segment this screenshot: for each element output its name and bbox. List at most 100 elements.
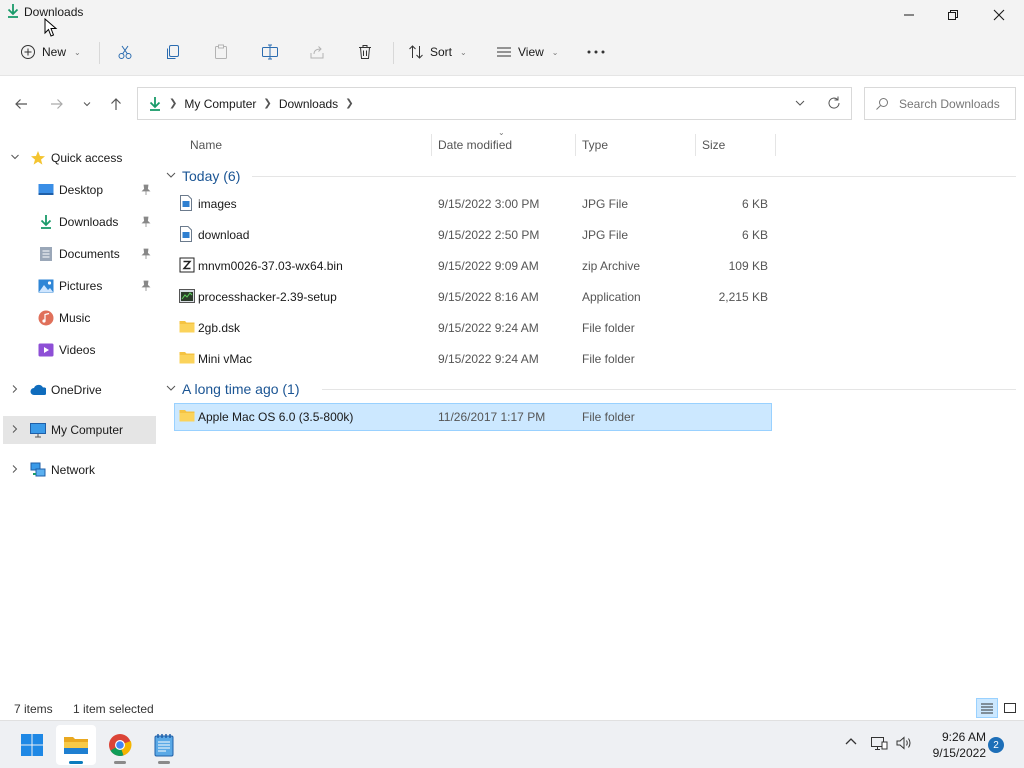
back-button[interactable] (10, 94, 32, 114)
file-type: JPG File (582, 197, 629, 211)
picture-icon (38, 278, 54, 294)
view-button[interactable]: View ⌄ (496, 38, 559, 66)
start-button[interactable] (12, 725, 52, 765)
speaker-icon (896, 736, 911, 750)
group-header-today[interactable]: Today (6) (166, 164, 1016, 188)
sidebar-item-videos[interactable]: Videos (0, 336, 156, 364)
taskbar-chrome[interactable] (100, 725, 140, 765)
maximize-button[interactable] (930, 0, 976, 30)
file-type: JPG File (582, 228, 629, 242)
share-icon (310, 46, 324, 59)
command-bar: New ⌄ Sort ⌄ View ⌄ (0, 30, 1024, 76)
column-header-size[interactable]: Size (702, 132, 725, 158)
chevron-down-icon[interactable] (10, 152, 20, 164)
pin-icon (141, 216, 151, 231)
active-indicator (69, 761, 83, 764)
sidebar-item-desktop[interactable]: Desktop (0, 176, 156, 204)
sidebar-item-my-computer[interactable]: My Computer (3, 416, 156, 444)
file-size: 6 KB (741, 197, 768, 211)
selection-count: 1 item selected (73, 702, 154, 716)
file-date: 9/15/2022 9:24 AM (438, 352, 539, 366)
up-button[interactable] (105, 94, 127, 114)
chevron-right-icon[interactable] (10, 424, 20, 436)
image-file-icon (179, 226, 195, 242)
sort-button[interactable]: Sort ⌄ (408, 38, 467, 66)
chevron-right-icon[interactable] (10, 464, 20, 476)
column-header-name[interactable]: Name (190, 132, 222, 158)
share-button[interactable] (309, 38, 325, 66)
thumbnail-view-icon (1004, 703, 1016, 713)
sidebar-item-downloads[interactable]: Downloads (0, 208, 156, 236)
more-options-button[interactable] (586, 38, 606, 66)
sidebar-item-documents[interactable]: Documents (0, 240, 156, 268)
column-divider[interactable] (695, 134, 696, 156)
chevron-down-icon (166, 383, 176, 396)
column-header-type[interactable]: Type (582, 132, 608, 158)
address-history-icon[interactable] (794, 97, 806, 112)
column-divider[interactable] (575, 134, 576, 156)
column-divider[interactable] (431, 134, 432, 156)
close-icon (993, 9, 1005, 21)
folder-icon (179, 319, 195, 335)
details-view-button[interactable] (976, 698, 998, 718)
sidebar-item-pictures[interactable]: Pictures (0, 272, 156, 300)
file-row[interactable]: Mini vMac 9/15/2022 9:24 AM File folder (174, 345, 772, 373)
forward-button[interactable] (46, 94, 68, 114)
sidebar-label: Documents (59, 247, 120, 261)
folder-icon (179, 408, 195, 424)
sidebar-item-onedrive[interactable]: OneDrive (0, 376, 156, 404)
pin-icon (141, 184, 151, 199)
show-hidden-icons-button[interactable] (844, 735, 858, 749)
toolbar-divider (99, 42, 100, 64)
new-button[interactable]: New ⌄ (20, 38, 81, 66)
thumbnail-view-button[interactable] (999, 698, 1021, 718)
file-type: File folder (582, 410, 635, 424)
network-status-button[interactable] (870, 735, 888, 751)
taskbar-notepad[interactable] (144, 725, 184, 765)
notification-badge[interactable]: 2 (988, 737, 1004, 753)
ellipsis-icon (587, 50, 605, 54)
rename-button[interactable] (261, 38, 279, 66)
file-row[interactable]: mnvm0026-37.03-wx64.bin 9/15/2022 9:09 A… (174, 252, 772, 280)
close-button[interactable] (976, 0, 1022, 30)
file-row[interactable]: 2gb.dsk 9/15/2022 9:24 AM File folder (174, 314, 772, 342)
recent-locations-button[interactable] (76, 94, 98, 114)
star-icon (30, 150, 46, 166)
file-row[interactable]: processhacker-2.39-setup 9/15/2022 8:16 … (174, 283, 772, 311)
file-size: 2,215 KB (718, 290, 768, 304)
file-row-selected[interactable]: Apple Mac OS 6.0 (3.5-800k) 11/26/2017 1… (174, 403, 772, 431)
minimize-button[interactable] (886, 0, 932, 30)
copy-button[interactable] (165, 38, 181, 66)
breadcrumb-my-computer[interactable]: My Computer (184, 97, 256, 111)
breadcrumb-downloads[interactable]: Downloads (279, 97, 338, 111)
refresh-icon[interactable] (826, 95, 842, 114)
sidebar-item-music[interactable]: Music (0, 304, 156, 332)
navigation-row: ❯ My Computer ❯ Downloads ❯ Search Downl… (0, 76, 1024, 132)
chevron-down-icon: ⌄ (460, 47, 467, 57)
paste-button[interactable] (213, 38, 229, 66)
clock-date: 9/15/2022 (932, 746, 986, 760)
group-divider (322, 389, 1016, 390)
sidebar-item-network[interactable]: Network (0, 456, 156, 484)
chevron-right-icon[interactable]: ❯ (263, 98, 271, 109)
running-indicator (114, 761, 126, 764)
system-clock[interactable]: 9:26 AM 9/15/2022 (920, 729, 986, 761)
file-row[interactable]: images 9/15/2022 3:00 PM JPG File 6 KB (174, 190, 772, 218)
chevron-right-icon[interactable] (10, 384, 20, 396)
window-title: Downloads (24, 5, 84, 19)
sidebar-item-quick-access[interactable]: Quick access (0, 144, 156, 172)
taskbar-file-explorer[interactable] (56, 725, 96, 765)
delete-button[interactable] (357, 38, 373, 66)
search-box[interactable]: Search Downloads (864, 87, 1016, 120)
address-bar[interactable]: ❯ My Computer ❯ Downloads ❯ (137, 87, 852, 120)
cut-button[interactable] (117, 38, 133, 66)
file-date: 9/15/2022 2:50 PM (438, 228, 540, 242)
volume-button[interactable] (895, 735, 913, 751)
chevron-right-icon[interactable]: ❯ (345, 98, 353, 109)
network-monitor-icon (871, 737, 888, 750)
sidebar-label: Desktop (59, 183, 104, 197)
column-divider[interactable] (775, 134, 776, 156)
file-row[interactable]: download 9/15/2022 2:50 PM JPG File 6 KB (174, 221, 772, 249)
group-header-long-time-ago[interactable]: A long time ago (1) (166, 377, 1016, 401)
document-icon (38, 246, 54, 262)
